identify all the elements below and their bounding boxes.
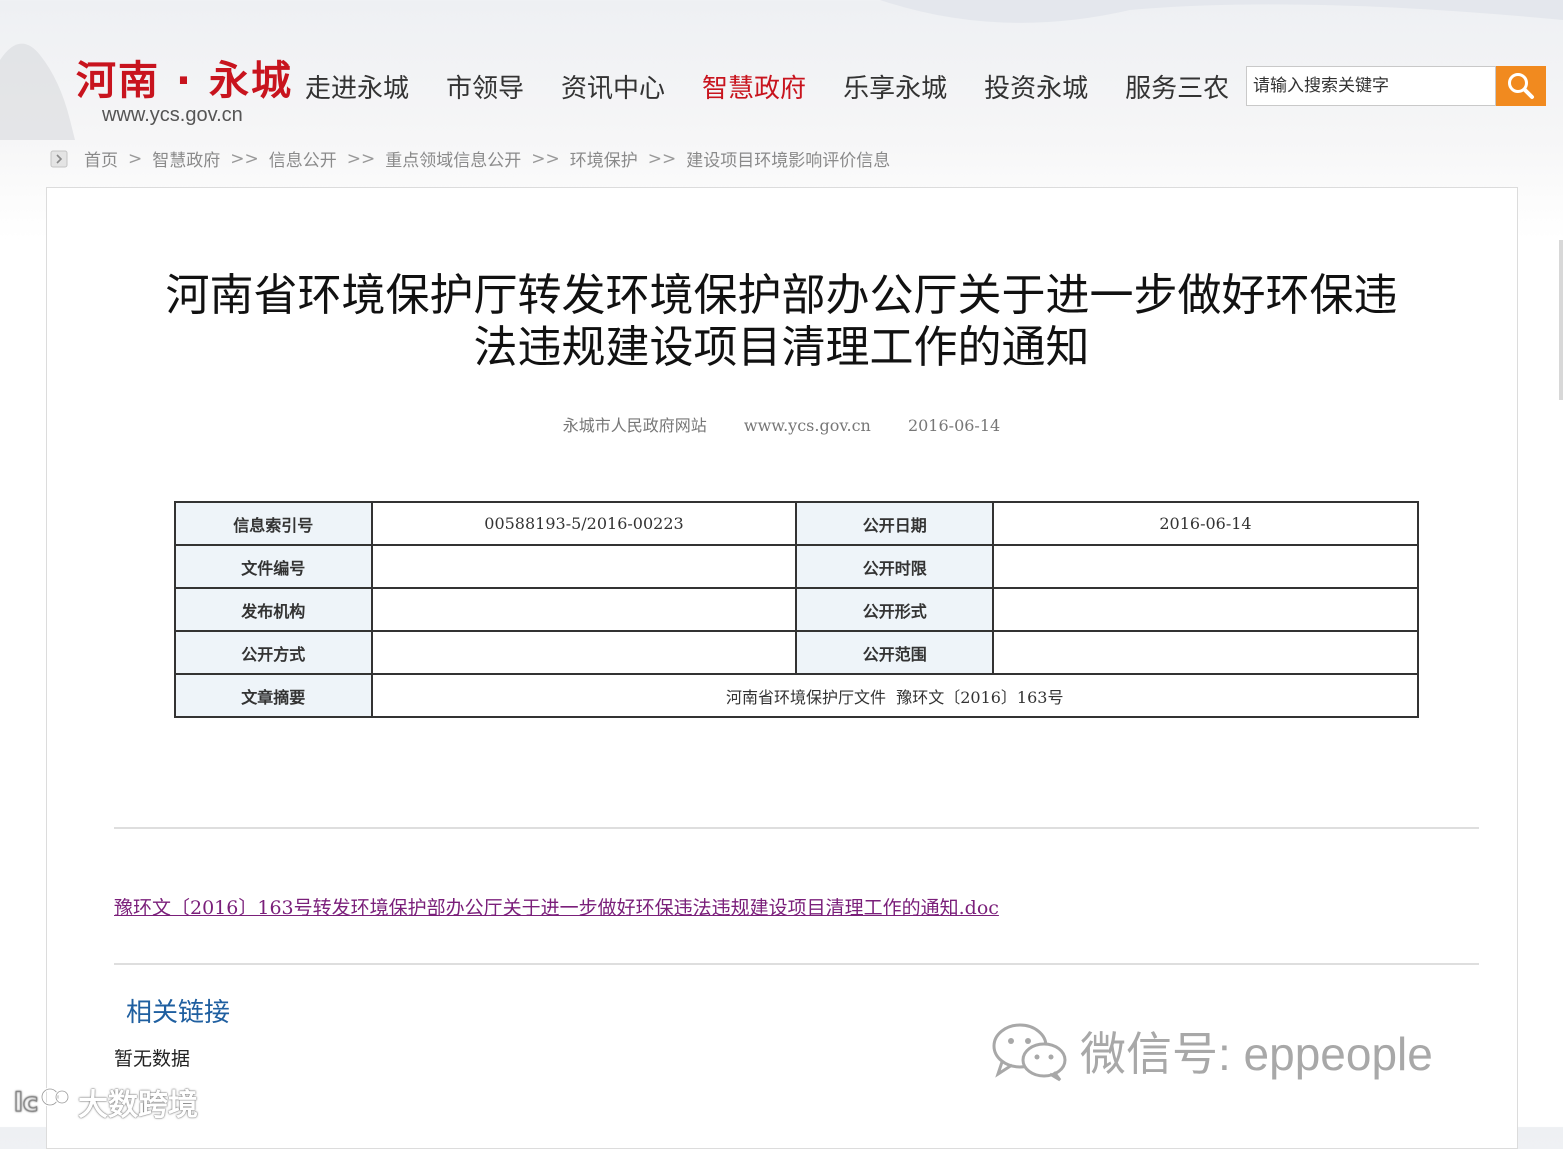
search-icon — [1508, 73, 1534, 99]
site-url: www.ycs.gov.cn — [102, 104, 243, 126]
breadcrumb-separator: >> — [346, 148, 376, 169]
method-label: 公开方式 — [174, 630, 373, 675]
form-label: 公开形式 — [795, 587, 994, 632]
breadcrumb-separator: >> — [647, 148, 677, 169]
divider — [114, 963, 1479, 965]
form-value — [991, 587, 1420, 632]
article-title: 河南省环境保护厅转发环境保护部办公厅关于进一步做好环保违 法违规建设项目清理工作… — [0, 270, 1563, 374]
site-logo[interactable]: 河南 · 永城 — [76, 48, 293, 106]
attachment-doc-link[interactable]: 豫环文〔2016〕163号转发环境保护部办公厅关于进一步做好环保违法违规建设项目… — [114, 893, 999, 920]
table-row: 文件编号 公开时限 — [174, 544, 1420, 589]
breadcrumb-environment[interactable]: 环境保护 — [570, 146, 638, 171]
doc-no-value — [370, 544, 798, 589]
summary-value: 河南省环境保护厅文件 豫环文〔2016〕163号 — [370, 673, 1419, 718]
related-links-empty: 暂无数据 — [114, 1048, 191, 1070]
article-date: 2016-06-14 — [907, 416, 1001, 435]
article-source: 永城市人民政府网站 — [562, 416, 707, 435]
wechat-watermark: 微信号: eppeople — [990, 1018, 1433, 1084]
time-limit-value — [991, 544, 1420, 589]
index-label: 信息索引号 — [174, 501, 373, 546]
scope-value — [991, 630, 1420, 675]
brand-watermark: lc 大数跨境 — [12, 1080, 198, 1124]
nav-item-invest-yongcheng[interactable]: 投资永城 — [984, 68, 1088, 105]
article-meta: 永城市人民政府网站 www.ycs.gov.cn 2016-06-14 — [0, 412, 1563, 436]
pub-date-value: 2016-06-14 — [991, 501, 1420, 546]
nav-item-news-center[interactable]: 资讯中心 — [561, 68, 665, 105]
table-row: 信息索引号 00588193-5/2016-00223 公开日期 2016-06… — [174, 501, 1420, 546]
wechat-id: 微信号: eppeople — [1080, 1028, 1433, 1080]
breadcrumb-separator: > — [128, 148, 143, 169]
doc-no-label: 文件编号 — [174, 544, 373, 589]
divider — [114, 827, 1479, 829]
index-value: 00588193-5/2016-00223 — [370, 501, 798, 546]
related-links-title: 相关链接 — [126, 998, 231, 1028]
table-row: 文章摘要 河南省环境保护厅文件 豫环文〔2016〕163号 — [174, 673, 1419, 718]
search-bar — [1246, 66, 1546, 106]
pub-date-label: 公开日期 — [795, 501, 994, 546]
table-row: 发布机构 公开形式 — [174, 587, 1420, 632]
summary-label: 文章摘要 — [174, 673, 373, 718]
search-input[interactable] — [1246, 66, 1496, 106]
article-site: www.ycs.gov.cn — [743, 416, 871, 435]
nav-item-rural-services[interactable]: 服务三农 — [1125, 68, 1229, 105]
info-table: 信息索引号 00588193-5/2016-00223 公开日期 2016-06… — [174, 501, 1420, 718]
brand-logo-icon: lc — [14, 1087, 70, 1118]
method-value — [370, 630, 798, 675]
nav-item-city-leaders[interactable]: 市领导 — [446, 68, 524, 105]
site-header: 河南 · 永城 www.ycs.gov.cn 走进永城 市领导 资讯中心 智慧政… — [0, 0, 1563, 140]
breadcrumb-eia-info[interactable]: 建设项目环境影响评价信息 — [686, 146, 890, 171]
nav-item-enjoy-yongcheng[interactable]: 乐享永城 — [843, 68, 947, 105]
breadcrumb: 首页 > 智慧政府 >> 信息公开 >> 重点领域信息公开 >> 环境保护 >>… — [50, 146, 890, 171]
wechat-icon — [992, 1023, 1067, 1082]
brand-name: 大数跨境 — [78, 1088, 198, 1123]
time-limit-label: 公开时限 — [795, 544, 994, 589]
search-button[interactable] — [1496, 66, 1546, 106]
nav-item-smart-government[interactable]: 智慧政府 — [702, 68, 806, 105]
breadcrumb-key-areas[interactable]: 重点领域信息公开 — [385, 146, 521, 171]
issuer-value — [370, 587, 798, 632]
breadcrumb-separator: >> — [531, 148, 560, 169]
breadcrumb-separator: >> — [230, 148, 259, 169]
location-arrow-icon — [50, 150, 68, 167]
breadcrumb-info-disclosure[interactable]: 信息公开 — [269, 146, 337, 171]
svg-text:lc: lc — [14, 1088, 38, 1118]
main-nav: 走进永城 市领导 资讯中心 智慧政府 乐享永城 投资永城 服务三农 — [305, 68, 1266, 105]
table-row: 公开方式 公开范围 — [174, 630, 1420, 675]
nav-item-about-yongcheng[interactable]: 走进永城 — [305, 68, 409, 105]
article-title-line-1: 河南省环境保护厅转发环境保护部办公厅关于进一步做好环保违 — [165, 270, 1398, 321]
breadcrumb-home[interactable]: 首页 — [84, 146, 118, 171]
issuer-label: 发布机构 — [174, 587, 373, 632]
scope-label: 公开范围 — [795, 630, 994, 675]
breadcrumb-smart-government[interactable]: 智慧政府 — [152, 146, 220, 171]
article-title-line-2: 法违规建设项目清理工作的通知 — [473, 322, 1090, 373]
